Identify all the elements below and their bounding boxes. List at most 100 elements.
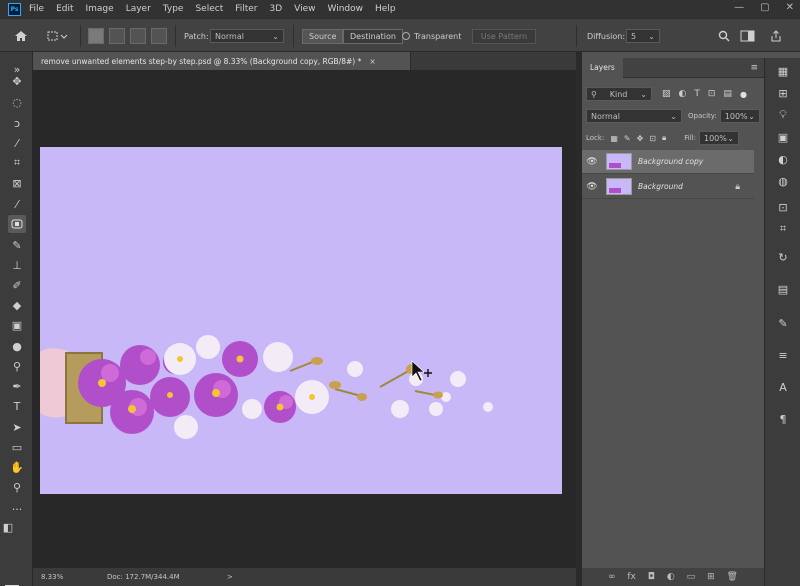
maximize-button[interactable]: ▢ [760, 2, 769, 13]
filter-shape-icon[interactable]: ⊡ [708, 89, 716, 99]
patch-tool-preset-icon[interactable] [46, 28, 68, 44]
paths-panel-icon[interactable]: ⌗ [774, 220, 792, 238]
layer-style-icon[interactable]: fx [627, 572, 636, 582]
move-tool-icon[interactable]: ✥ [8, 72, 26, 90]
patch-tool-icon[interactable] [8, 215, 26, 233]
channels-panel-icon[interactable]: ⊡ [774, 198, 792, 216]
patch-mode-select[interactable]: Normal ⌄ [210, 29, 284, 43]
layer-name[interactable]: Background [638, 182, 683, 191]
type-tool-icon[interactable]: T [8, 397, 26, 415]
new-layer-icon[interactable]: ⊞ [707, 572, 715, 582]
gradient-tool-icon[interactable]: ▣ [8, 316, 26, 334]
fill-input[interactable]: 100% ⌄ [698, 131, 739, 145]
libraries-panel-icon[interactable]: ▣ [774, 128, 792, 146]
paragraph-panel-icon[interactable]: ¶ [774, 410, 792, 428]
zoom-tool-icon[interactable]: ⚲ [8, 478, 26, 496]
search-icon[interactable] [718, 28, 730, 44]
workspace-icon[interactable] [740, 28, 756, 44]
document-canvas[interactable] [40, 147, 562, 494]
eyedropper-tool-icon[interactable]: ⁄ [8, 195, 26, 213]
history-panel-icon[interactable]: ↻ [774, 248, 792, 266]
pen-tool-icon[interactable]: ✒ [8, 377, 26, 395]
visibility-eye-icon[interactable]: 👁︎ [582, 157, 602, 167]
link-layers-icon[interactable]: ∞ [608, 572, 616, 582]
layer-row[interactable]: 👁︎ Background 🔒︎ [582, 175, 754, 199]
close-window-button[interactable]: ✕ [786, 2, 794, 13]
panel-menu-icon[interactable]: ≡ [750, 63, 758, 73]
crop-tool-icon[interactable]: ⌗ [8, 154, 26, 172]
diffusion-select[interactable]: 5 ⌄ [626, 29, 660, 43]
learn-panel-icon[interactable]: 💡︎ [774, 106, 792, 124]
shape-tool-icon[interactable]: ▭ [8, 438, 26, 456]
menu-edit[interactable]: Edit [56, 4, 73, 14]
hand-tool-icon[interactable]: ✋ [8, 458, 26, 476]
lock-position-icon[interactable]: ✥ [637, 134, 644, 143]
filter-smart-object-icon[interactable]: ▤ [723, 89, 732, 99]
lock-transparent-icon[interactable]: ▦ [610, 134, 618, 143]
menu-filter[interactable]: Filter [235, 4, 257, 14]
menu-window[interactable]: Window [328, 4, 364, 14]
opacity-input[interactable]: 100% ⌄ [719, 109, 760, 123]
more-tools-icon[interactable]: ··· [8, 500, 26, 518]
eraser-tool-icon[interactable]: ◆ [8, 296, 26, 314]
minimize-button[interactable]: — [734, 2, 744, 13]
use-pattern-button[interactable]: Use Pattern [472, 28, 536, 44]
new-group-icon[interactable]: ▭ [687, 572, 696, 582]
filter-adjustment-icon[interactable]: ◐ [679, 89, 687, 99]
layer-name[interactable]: Background copy [638, 157, 703, 166]
visibility-eye-icon[interactable]: 👁︎ [582, 182, 602, 192]
path-selection-tool-icon[interactable]: ➤ [8, 418, 26, 436]
clone-stamp-tool-icon[interactable]: ⊥ [8, 256, 26, 274]
menu-layer[interactable]: Layer [126, 4, 151, 14]
brush-tool-icon[interactable]: ✎ [8, 236, 26, 254]
adjustment-layer-icon[interactable]: ◐ [667, 572, 675, 582]
add-to-selection-button[interactable] [109, 28, 125, 44]
styles-panel-icon[interactable]: ◍ [774, 172, 792, 190]
lasso-tool-icon[interactable]: ↄ [8, 114, 26, 132]
swatches-panel-icon[interactable]: ⊞ [774, 84, 792, 102]
blend-mode-select[interactable]: Normal ⌄ [586, 109, 682, 123]
lock-all-icon[interactable]: 🔒︎ [662, 133, 666, 143]
dodge-tool-icon[interactable]: ⚲ [8, 357, 26, 375]
filter-kind-select[interactable]: ⚲ Kind ⌄ [586, 87, 652, 101]
lock-icon[interactable]: 🔒︎ [735, 182, 740, 192]
delete-layer-icon[interactable]: 🗑︎ [727, 572, 738, 582]
close-tab-icon[interactable]: × [369, 57, 375, 66]
status-menu-arrow[interactable]: > [227, 573, 233, 581]
filter-pixel-icon[interactable]: ▨ [662, 89, 671, 99]
clone-source-panel-icon[interactable]: ≡ [774, 346, 792, 364]
blur-tool-icon[interactable]: ● [8, 337, 26, 355]
share-icon[interactable] [770, 28, 782, 44]
marquee-tool-icon[interactable]: ◌ [8, 93, 26, 111]
properties-panel-icon[interactable]: ▤ [774, 280, 792, 298]
lock-artboard-icon[interactable]: ⊡ [649, 134, 656, 143]
new-selection-button[interactable] [88, 28, 104, 44]
menu-image[interactable]: Image [86, 4, 114, 14]
transparent-checkbox[interactable] [402, 32, 410, 40]
adjustments-panel-icon[interactable]: ◐ [774, 150, 792, 168]
frame-tool-icon[interactable]: ⊠ [8, 174, 26, 192]
menu-help[interactable]: Help [375, 4, 396, 14]
document-tab[interactable]: remove unwanted elements step-by step.ps… [33, 52, 411, 70]
source-button[interactable]: Source [302, 28, 344, 44]
filter-toggle-icon[interactable]: ● [740, 90, 747, 99]
default-colors-icon[interactable]: ◧ [2, 518, 14, 536]
layers-tab[interactable]: Layers [582, 57, 623, 78]
destination-button[interactable]: Destination [343, 28, 403, 44]
lock-pixels-icon[interactable]: ✎ [624, 134, 631, 143]
home-icon[interactable] [14, 28, 28, 44]
menu-view[interactable]: View [294, 4, 315, 14]
brush-settings-panel-icon[interactable]: ✎ [774, 314, 792, 332]
add-mask-icon[interactable]: ◘ [648, 572, 655, 582]
quick-selection-tool-icon[interactable]: ⁄ [8, 134, 26, 152]
filter-type-icon[interactable]: T [694, 89, 700, 99]
menu-3d[interactable]: 3D [270, 4, 283, 14]
menu-type[interactable]: Type [163, 4, 184, 14]
history-brush-tool-icon[interactable]: ✐ [8, 276, 26, 294]
layer-row[interactable]: 👁︎ Background copy [582, 150, 754, 174]
character-panel-icon[interactable]: A [774, 378, 792, 396]
menu-select[interactable]: Select [195, 4, 223, 14]
zoom-level[interactable]: 8.33% [41, 573, 89, 581]
intersect-selection-button[interactable] [151, 28, 167, 44]
menu-file[interactable]: File [29, 4, 44, 14]
